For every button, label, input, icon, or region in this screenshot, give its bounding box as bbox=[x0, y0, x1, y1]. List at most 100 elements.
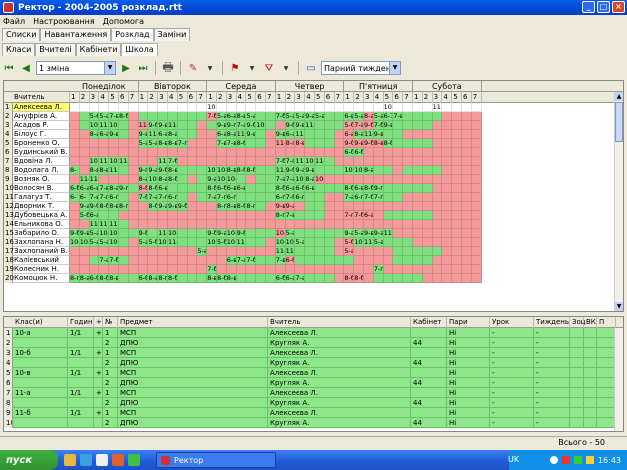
schedule-cell[interactable]: 6-б bbox=[70, 184, 80, 193]
list-column-header[interactable]: Вчитель bbox=[268, 317, 411, 328]
schedule-cell[interactable] bbox=[226, 157, 237, 166]
schedule-cell[interactable] bbox=[471, 112, 482, 121]
schedule-cell[interactable]: 8-б bbox=[344, 274, 355, 283]
schedule-cell[interactable]: 11- bbox=[89, 220, 100, 229]
schedule-cell[interactable] bbox=[79, 247, 90, 256]
schedule-cell[interactable]: 8-б bbox=[207, 184, 217, 193]
schedule-cell[interactable]: 10- bbox=[256, 121, 266, 130]
schedule-cell[interactable] bbox=[187, 103, 198, 112]
schedule-cell[interactable]: 7-б bbox=[373, 121, 384, 130]
schedule-cell[interactable] bbox=[256, 139, 266, 148]
schedule-cell[interactable] bbox=[158, 112, 168, 121]
schedule-cell[interactable] bbox=[246, 211, 257, 220]
schedule-cell[interactable]: 8-г bbox=[217, 202, 227, 211]
schedule-cell[interactable] bbox=[305, 256, 315, 265]
schedule-cell[interactable] bbox=[422, 256, 433, 265]
schedule-cell[interactable]: 7-б bbox=[109, 256, 119, 265]
schedule-cell[interactable]: 8-г bbox=[70, 274, 80, 283]
schedule-cell[interactable]: 9-в bbox=[158, 121, 168, 130]
schedule-cell[interactable] bbox=[109, 103, 119, 112]
schedule-cell[interactable]: 9-б bbox=[236, 229, 247, 238]
next-icon[interactable]: ▶ bbox=[119, 61, 133, 75]
schedule-cell[interactable] bbox=[324, 274, 335, 283]
schedule-cell[interactable] bbox=[315, 130, 325, 139]
schedule-cell[interactable]: 8-в bbox=[89, 166, 100, 175]
schedule-cell[interactable] bbox=[442, 211, 453, 220]
schedule-cell[interactable] bbox=[128, 130, 139, 139]
schedule-cell[interactable] bbox=[393, 139, 404, 148]
schedule-cell[interactable] bbox=[236, 274, 247, 283]
schedule-cell[interactable]: 10- bbox=[354, 166, 364, 175]
schedule-cell[interactable]: 9-в bbox=[109, 130, 119, 139]
schedule-cell[interactable]: 8-б bbox=[168, 175, 178, 184]
schedule-cell[interactable] bbox=[442, 103, 453, 112]
schedule-cell[interactable] bbox=[344, 175, 355, 184]
schedule-cell[interactable]: 8-г bbox=[285, 139, 296, 148]
schedule-cell[interactable] bbox=[266, 247, 276, 256]
schedule-cell[interactable] bbox=[354, 256, 364, 265]
schedule-cell[interactable]: 9-в bbox=[246, 130, 257, 139]
schedule-cell[interactable] bbox=[324, 220, 335, 229]
schedule-cell[interactable] bbox=[354, 202, 364, 211]
schedule-cell[interactable] bbox=[364, 265, 374, 274]
schedule-cell[interactable] bbox=[413, 256, 423, 265]
schedule-cell[interactable] bbox=[187, 184, 198, 193]
schedule-cell[interactable] bbox=[128, 193, 139, 202]
schedule-cell[interactable] bbox=[393, 166, 404, 175]
schedule-cell[interactable]: 10- bbox=[148, 175, 159, 184]
schedule-cell[interactable]: 7-в bbox=[89, 193, 100, 202]
schedule-cell[interactable]: 7-г bbox=[177, 139, 188, 148]
schedule-cell[interactable] bbox=[128, 184, 139, 193]
schedule-cell[interactable]: 9-а bbox=[207, 175, 217, 184]
schedule-cell[interactable] bbox=[315, 184, 325, 193]
schedule-cell[interactable]: 7-а bbox=[275, 175, 286, 184]
schedule-cell[interactable] bbox=[471, 256, 482, 265]
schedule-cell[interactable] bbox=[168, 256, 178, 265]
schedule-cell[interactable]: 9-б bbox=[344, 139, 355, 148]
filter-icon[interactable]: ⛛ bbox=[262, 61, 276, 75]
schedule-cell[interactable] bbox=[354, 220, 364, 229]
schedule-cell[interactable] bbox=[364, 220, 374, 229]
schedule-cell[interactable] bbox=[246, 157, 257, 166]
schedule-cell[interactable]: 9-в bbox=[168, 202, 178, 211]
schedule-cell[interactable]: 6-г bbox=[275, 193, 286, 202]
schedule-cell[interactable] bbox=[148, 148, 159, 157]
schedule-cell[interactable] bbox=[295, 265, 306, 274]
schedule-cell[interactable] bbox=[373, 211, 384, 220]
schedule-cell[interactable] bbox=[471, 265, 482, 274]
schedule-cell[interactable] bbox=[128, 157, 139, 166]
schedule-cell[interactable] bbox=[197, 112, 208, 121]
schedule-cell[interactable] bbox=[207, 130, 217, 139]
schedule-cell[interactable] bbox=[295, 103, 306, 112]
schedule-cell[interactable] bbox=[305, 193, 315, 202]
schedule-cell[interactable] bbox=[471, 103, 482, 112]
schedule-cell[interactable] bbox=[393, 211, 404, 220]
schedule-cell[interactable]: 9-в bbox=[217, 121, 227, 130]
schedule-cell[interactable] bbox=[324, 247, 335, 256]
schedule-cell[interactable] bbox=[315, 103, 325, 112]
schedule-cell[interactable] bbox=[393, 238, 404, 247]
schedule-cell[interactable] bbox=[452, 274, 462, 283]
schedule-cell[interactable]: 8-а bbox=[148, 274, 159, 283]
schedule-cell[interactable] bbox=[442, 202, 453, 211]
schedule-cell[interactable] bbox=[432, 139, 443, 148]
schedule-cell[interactable] bbox=[138, 202, 149, 211]
schedule-cell[interactable]: 5-а bbox=[148, 139, 159, 148]
schedule-cell[interactable] bbox=[462, 265, 472, 274]
schedule-cell[interactable]: 6-в bbox=[354, 184, 364, 193]
schedule-cell[interactable]: 8-б bbox=[344, 184, 355, 193]
schedule-cell[interactable] bbox=[413, 130, 423, 139]
maximize-button[interactable]: □ bbox=[597, 1, 610, 13]
schedule-cell[interactable] bbox=[207, 157, 217, 166]
schedule-cell[interactable] bbox=[197, 157, 208, 166]
schedule-cell[interactable] bbox=[109, 139, 119, 148]
schedule-cell[interactable] bbox=[109, 247, 119, 256]
schedule-cell[interactable] bbox=[187, 175, 198, 184]
schedule-cell[interactable]: 7-а bbox=[354, 121, 364, 130]
schedule-cell[interactable] bbox=[246, 220, 257, 229]
teacher-name[interactable]: Волосян В. bbox=[13, 184, 70, 193]
schedule-cell[interactable]: 5-а bbox=[246, 112, 257, 121]
schedule-cell[interactable] bbox=[187, 220, 198, 229]
schedule-cell[interactable] bbox=[422, 121, 433, 130]
schedule-cell[interactable]: 6-г bbox=[109, 193, 119, 202]
